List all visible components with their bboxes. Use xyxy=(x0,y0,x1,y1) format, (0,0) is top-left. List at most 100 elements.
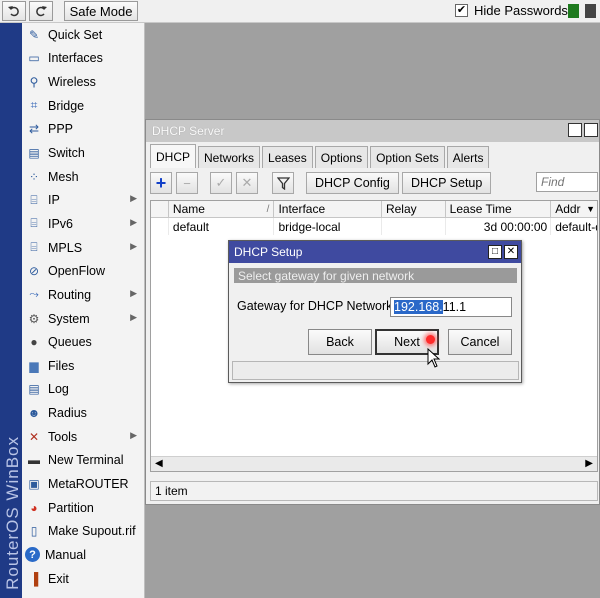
sidebar-item-label: System xyxy=(48,311,90,326)
dhcp-toolbar: + − ✓ ✕ DHCP Config DHCP Setup xyxy=(150,172,598,198)
sidebar-item-mpls[interactable]: ⌸ MPLS ▶ xyxy=(22,236,144,260)
hide-passwords-checkbox[interactable]: ✔ xyxy=(455,4,468,17)
dhcp-setup-button[interactable]: DHCP Setup xyxy=(402,172,492,194)
sidebar-item-log[interactable]: ▤ Log xyxy=(22,378,144,402)
sidebar-item-label: Exit xyxy=(48,571,69,586)
sidebar-item-label: Queues xyxy=(48,335,92,350)
close-button[interactable]: ✕ xyxy=(584,123,598,137)
dhcp-config-button[interactable]: DHCP Config xyxy=(306,172,399,194)
sidebar-item-switch[interactable]: ▤ Switch xyxy=(22,141,144,165)
brand-strip: RouterOS WinBox xyxy=(0,23,22,598)
ipv6-icon: ⌸ xyxy=(30,216,38,231)
column-header-select[interactable] xyxy=(151,201,169,217)
sidebar-item-exit[interactable]: ▐ Exit xyxy=(22,567,144,591)
tab-options[interactable]: Options xyxy=(314,146,369,168)
sidebar-item-ppp[interactable]: ⇄ PPP xyxy=(22,118,144,142)
sidebar-item-label: Switch xyxy=(48,146,85,161)
gateway-remaining-text: 11.1 xyxy=(442,300,467,314)
folder-icon: ▆ xyxy=(29,358,39,373)
tab-networks[interactable]: Networks xyxy=(198,146,261,168)
sidebar-item-bridge[interactable]: ⌗ Bridge xyxy=(22,94,144,118)
cell-lease-time: 3d 00:00:00 xyxy=(446,218,552,235)
brand-text: RouterOS WinBox xyxy=(3,436,22,590)
add-button[interactable]: + xyxy=(150,172,172,194)
sidebar-item-mesh[interactable]: ⁘ Mesh xyxy=(22,165,144,189)
filter-button[interactable] xyxy=(272,172,294,194)
sidebar-item-label: IP xyxy=(48,193,60,208)
sidebar-item-radius[interactable]: ☻ Radius xyxy=(22,401,144,425)
tab-option-sets[interactable]: Option Sets xyxy=(370,146,445,168)
submenu-arrow-icon: ▶ xyxy=(130,311,137,322)
radius-icon: ☻ xyxy=(27,406,41,421)
sidebar-item-label: MetaROUTER xyxy=(48,476,129,491)
sidebar-item-manual[interactable]: ? Manual xyxy=(22,543,144,567)
tab-alerts[interactable]: Alerts xyxy=(446,146,490,168)
gateway-input[interactable]: 192.168. 11.1 xyxy=(390,297,512,317)
sidebar-item-new-terminal[interactable]: ▬ New Terminal xyxy=(22,449,144,473)
sidebar-item-ip[interactable]: ⌸ IP ▶ xyxy=(22,188,144,212)
scroll-right-icon[interactable]: ▶ xyxy=(585,458,593,469)
minus-icon: − xyxy=(183,175,191,191)
sidebar-item-label: Partition xyxy=(48,500,94,515)
sidebar-item-metarouter[interactable]: ▣ MetaROUTER xyxy=(22,472,144,496)
redo-button[interactable] xyxy=(29,1,53,21)
sidebar-item-make-supout-rif[interactable]: ▯ Make Supout.rif xyxy=(22,519,144,543)
submenu-arrow-icon: ▶ xyxy=(130,217,137,228)
sidebar-item-queues[interactable]: ● Queues xyxy=(22,330,144,354)
sidebar-item-routing[interactable]: ⤳ Routing ▶ xyxy=(22,283,144,307)
cancel-button[interactable]: Cancel xyxy=(448,329,512,355)
column-header-interface[interactable]: Interface xyxy=(274,201,382,217)
maximize-button[interactable]: □ xyxy=(488,245,502,259)
safe-mode-button[interactable]: Safe Mode xyxy=(64,1,138,21)
enable-button[interactable]: ✓ xyxy=(210,172,232,194)
dropdown-icon[interactable]: ▼ xyxy=(586,204,595,214)
sidebar-item-ipv6[interactable]: ⌸ IPv6 ▶ xyxy=(22,212,144,236)
ip-icon: ⌸ xyxy=(30,192,38,207)
column-header-relay[interactable]: Relay xyxy=(382,201,446,217)
terminal-icon: ▬ xyxy=(28,453,40,468)
window-titlebar[interactable]: DHCP Server □ ✕ xyxy=(146,120,599,142)
column-header-addr[interactable]: Addr ▼ xyxy=(551,201,597,217)
horizontal-scrollbar[interactable]: ◀ ▶ xyxy=(151,456,597,471)
session-status-icon xyxy=(568,4,579,18)
ppp-icon: ⇄ xyxy=(28,122,40,137)
table-header: Name / Interface Relay Lease Time Addr ▼ xyxy=(151,201,597,218)
remove-button[interactable]: − xyxy=(176,172,198,194)
sidebar-item-files[interactable]: ▆ Files xyxy=(22,354,144,378)
sidebar-item-label: Radius xyxy=(48,406,87,421)
column-label: Name xyxy=(172,202,205,216)
column-label: Addr xyxy=(555,202,581,216)
column-header-lease-time[interactable]: Lease Time xyxy=(446,201,552,217)
sidebar-item-label: Files xyxy=(48,358,75,373)
sidebar-menu: ✎ Quick Set ▭ Interfaces ⚲ Wireless ⌗ Bridge ⇄ PP… xyxy=(22,23,145,598)
submenu-arrow-icon: ▶ xyxy=(130,288,137,299)
tab-dhcp[interactable]: DHCP xyxy=(150,144,197,168)
lock-icon xyxy=(585,4,596,18)
sidebar-item-label: Routing xyxy=(48,287,92,302)
sidebar-item-label: Make Supout.rif xyxy=(48,524,136,539)
sort-icon: / xyxy=(266,203,270,215)
sidebar-item-system[interactable]: ⚙ System ▶ xyxy=(22,307,144,331)
sidebar-item-wireless[interactable]: ⚲ Wireless xyxy=(22,70,144,94)
tools-icon: ✕ xyxy=(28,429,40,444)
hide-passwords-toggle[interactable]: ✔ Hide Passwords xyxy=(455,3,568,18)
find-input[interactable] xyxy=(536,172,598,192)
sidebar-item-tools[interactable]: ✕ Tools ▶ xyxy=(22,425,144,449)
table-row[interactable]: defaultbridge-local 3d 00:00:00default-d xyxy=(151,218,597,235)
disable-button[interactable]: ✕ xyxy=(236,172,258,194)
back-button[interactable]: Back xyxy=(308,329,372,355)
maximize-button[interactable]: □ xyxy=(568,123,582,137)
sidebar-item-label: MPLS xyxy=(48,240,83,255)
sidebar-item-quick-set[interactable]: ✎ Quick Set xyxy=(22,23,144,47)
sidebar-item-openflow[interactable]: ⊘ OpenFlow xyxy=(22,259,144,283)
x-icon: ✕ xyxy=(241,175,253,190)
sidebar-item-partition[interactable]: ◕ Partition xyxy=(22,496,144,520)
close-button[interactable]: ✕ xyxy=(504,245,518,259)
scroll-left-icon[interactable]: ◀ xyxy=(155,458,163,469)
dialog-titlebar[interactable]: DHCP Setup □ ✕ xyxy=(229,241,521,263)
column-header-name[interactable]: Name / xyxy=(169,201,275,217)
dhcp-setup-dialog: DHCP Setup □ ✕ Select gateway for given … xyxy=(228,240,522,383)
tab-leases[interactable]: Leases xyxy=(262,146,313,168)
undo-button[interactable] xyxy=(2,1,26,21)
sidebar-item-interfaces[interactable]: ▭ Interfaces xyxy=(22,47,144,71)
